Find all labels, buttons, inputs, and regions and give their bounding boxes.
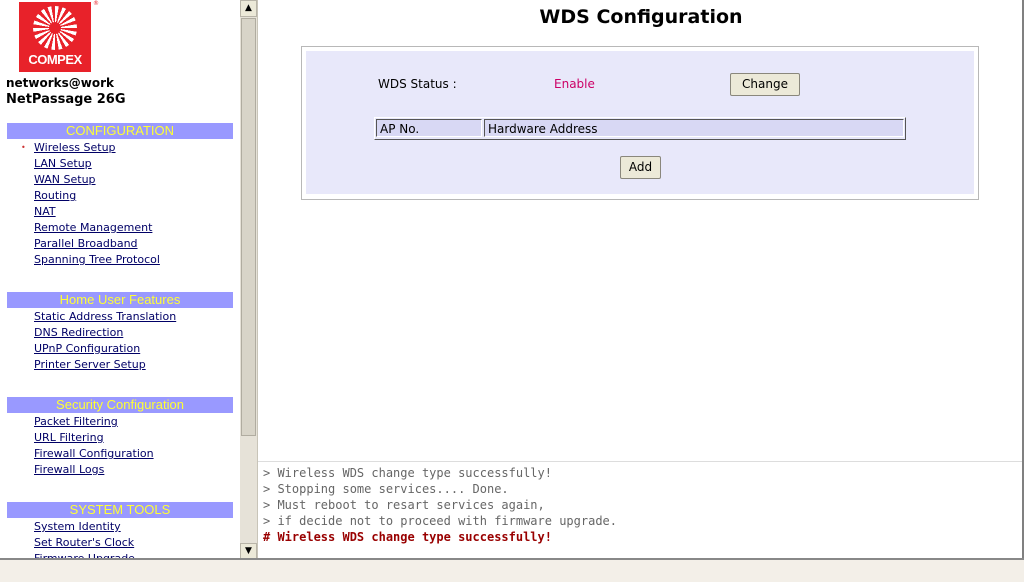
nav-item-upnp-configuration[interactable]: UPnP Configuration [34, 341, 176, 357]
nav-link[interactable]: System Identity [34, 520, 121, 533]
logo-text: COMPEX [28, 52, 82, 67]
nav-link[interactable]: Routing [34, 189, 76, 202]
wds-status-label: WDS Status : [378, 77, 457, 91]
nav-item-packet-filtering[interactable]: Packet Filtering [34, 414, 154, 430]
nav-link[interactable]: Set Router's Clock [34, 536, 134, 549]
log-line: > Stopping some services.... Done. [263, 482, 509, 496]
nav-item-static-address-translation[interactable]: Static Address Translation [34, 309, 176, 325]
system-tools-menu: System Identity Set Router's Clock Firmw… [34, 519, 135, 560]
page-title: WDS Configuration [539, 6, 743, 28]
nav-link[interactable]: Remote Management [34, 221, 152, 234]
section-header-security-configuration: Security Configuration [7, 397, 233, 413]
column-header-hardware-address: Hardware Address [484, 119, 904, 137]
brand-tagline: networks@work [6, 76, 115, 90]
nav-link[interactable]: LAN Setup [34, 157, 92, 170]
nav-link[interactable]: Firewall Configuration [34, 447, 154, 460]
nav-link[interactable]: URL Filtering [34, 431, 104, 444]
scroll-thumb[interactable] [241, 18, 256, 436]
nav-item-nat[interactable]: NAT [34, 204, 160, 220]
add-button[interactable]: Add [620, 156, 661, 179]
change-button[interactable]: Change [730, 73, 800, 96]
nav-item-wan-setup[interactable]: WAN Setup [34, 172, 160, 188]
nav-link[interactable]: NAT [34, 205, 56, 218]
browser-status-bar [0, 560, 1024, 582]
nav-link[interactable]: Printer Server Setup [34, 358, 146, 371]
status-log: > Wireless WDS change type successfully!… [263, 465, 617, 545]
nav-item-remote-management[interactable]: Remote Management [34, 220, 160, 236]
log-line: > Wireless WDS change type successfully! [263, 466, 552, 480]
nav-item-dns-redirection[interactable]: DNS Redirection [34, 325, 176, 341]
nav-link[interactable]: DNS Redirection [34, 326, 123, 339]
section-header-system-tools: SYSTEM TOOLS [7, 502, 233, 518]
nav-item-spanning-tree[interactable]: Spanning Tree Protocol [34, 252, 160, 268]
nav-item-firewall-configuration[interactable]: Firewall Configuration [34, 446, 154, 462]
nav-item-wireless-setup[interactable]: • Wireless Setup [21, 140, 160, 156]
ap-table: AP No. Hardware Address [374, 117, 906, 140]
nav-item-url-filtering[interactable]: URL Filtering [34, 430, 154, 446]
nav-link[interactable]: Static Address Translation [34, 310, 176, 323]
nav-item-system-identity[interactable]: System Identity [34, 519, 135, 535]
nav-item-routing[interactable]: Routing [34, 188, 160, 204]
log-line: > Must reboot to resart services again, [263, 498, 545, 512]
scroll-up-icon[interactable]: ▲ [240, 0, 257, 17]
compex-logo: COMPEX [19, 2, 91, 72]
nav-item-set-routers-clock[interactable]: Set Router's Clock [34, 535, 135, 551]
security-menu: Packet Filtering URL Filtering Firewall … [34, 414, 154, 478]
nav-link[interactable]: WAN Setup [34, 173, 96, 186]
section-header-home-user-features: Home User Features [7, 292, 233, 308]
registered-mark: ® [93, 0, 99, 7]
nav-link[interactable]: Spanning Tree Protocol [34, 253, 160, 266]
nav-item-parallel-broadband[interactable]: Parallel Broadband [34, 236, 160, 252]
logo-wheel-icon [33, 6, 77, 50]
section-header-configuration: CONFIGURATION [7, 123, 233, 139]
column-header-ap-no: AP No. [376, 119, 482, 137]
wds-status-value: Enable [554, 77, 595, 91]
navigation-frame: COMPEX ® networks@work NetPassage 26G CO… [0, 0, 240, 560]
frame-divider [257, 0, 258, 560]
log-line: > if decide not to proceed with firmware… [263, 514, 618, 528]
home-user-menu: Static Address Translation DNS Redirecti… [34, 309, 176, 373]
log-separator [258, 461, 1024, 462]
nav-item-lan-setup[interactable]: LAN Setup [34, 156, 160, 172]
nav-link[interactable]: UPnP Configuration [34, 342, 140, 355]
nav-item-firewall-logs[interactable]: Firewall Logs [34, 462, 154, 478]
log-final-line: # Wireless WDS change type successfully! [263, 530, 552, 544]
nav-link[interactable]: Packet Filtering [34, 415, 118, 428]
configuration-menu: • Wireless Setup LAN Setup WAN Setup Rou… [21, 140, 160, 268]
active-bullet-icon: • [21, 143, 26, 152]
nav-scrollbar[interactable]: ▲ ▼ [240, 0, 257, 560]
nav-item-printer-server-setup[interactable]: Printer Server Setup [34, 357, 176, 373]
nav-link[interactable]: Wireless Setup [34, 141, 116, 154]
nav-link[interactable]: Parallel Broadband [34, 237, 138, 250]
device-model: NetPassage 26G [6, 92, 126, 107]
nav-link[interactable]: Firewall Logs [34, 463, 104, 476]
